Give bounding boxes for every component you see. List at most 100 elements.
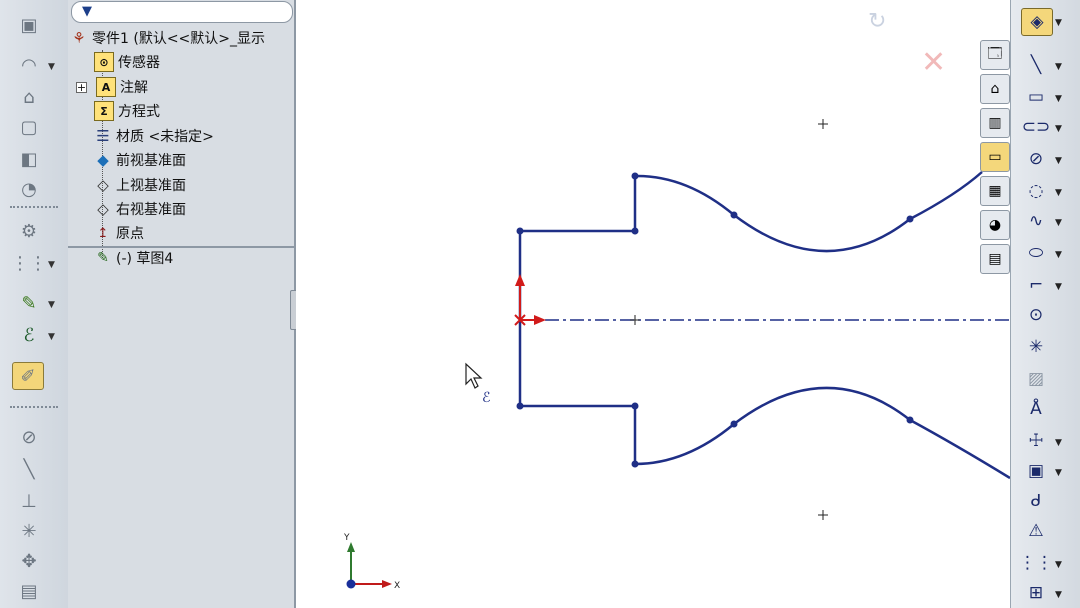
centerline-icon[interactable]: ▨ xyxy=(1021,366,1051,392)
circle-icon[interactable]: ⊘ xyxy=(1021,146,1051,172)
resources-icon[interactable]: 🗔 xyxy=(980,40,1010,70)
tree-item-label: 方程式 xyxy=(118,104,160,120)
draft-icon[interactable]: ◧ xyxy=(14,146,44,172)
tree-item-sketch4[interactable]: ✎ (-) 草图4 xyxy=(94,247,173,269)
sketch-toolbar: ◈ ▼ ╲ ▼ ▭ ▼ ⊂⊃ ▼ ⊘ ▼ ◌ ▼ ∿ ▼ ⬭ ▼ ⌐ ▼ ⊙ ✳… xyxy=(1010,0,1080,608)
sensor-icon: ⊙ xyxy=(94,52,114,72)
sketch-mode-icon[interactable]: ✐ xyxy=(12,362,44,390)
chevron-down-icon[interactable]: ▼ xyxy=(1055,62,1062,72)
chevron-down-icon[interactable]: ▼ xyxy=(1055,124,1062,134)
chevron-down-icon[interactable]: ▼ xyxy=(1055,188,1062,198)
chevron-down-icon[interactable]: ▼ xyxy=(1055,218,1062,228)
mirror-icon[interactable]: ⚠ xyxy=(1021,518,1051,544)
feature-manager-tree: ▼ ⚘ 零件1 (默认<<默认>_显示 ⊙ 传感器 + A 注解 Σ 方程式 ☰… xyxy=(68,0,302,608)
tree-filter-input[interactable]: ▼ xyxy=(71,1,293,23)
chevron-down-icon[interactable]: ▼ xyxy=(1055,282,1062,292)
ellipse-icon[interactable]: ⬭ xyxy=(1021,240,1051,266)
tree-item-origin[interactable]: ↥ 原点 xyxy=(94,222,144,244)
chevron-down-icon[interactable]: ▼ xyxy=(1055,560,1062,570)
curve-icon[interactable]: ℰ xyxy=(14,322,44,348)
chevron-down-icon[interactable]: ▼ xyxy=(1055,590,1062,600)
tree-item-annotations[interactable]: + A 注解 xyxy=(76,76,148,98)
tree-item-label: 注解 xyxy=(120,80,148,96)
tree-item-top-plane[interactable]: ◇ 上视基准面 xyxy=(94,174,186,196)
move-entities-icon[interactable]: ⊞ xyxy=(1021,580,1051,606)
pattern-icon[interactable]: ⋮⋮ xyxy=(11,250,47,276)
tree-item-label: 右视基准面 xyxy=(116,202,186,218)
slot-icon[interactable]: ⊂⊃ xyxy=(1021,114,1051,140)
text-icon[interactable]: Å xyxy=(1021,396,1051,422)
tree-root-label: 零件1 (默认<<默认>_显示 xyxy=(92,31,266,47)
chevron-down-icon[interactable]: ▼ xyxy=(1055,94,1062,104)
fillet-icon[interactable]: ◔ xyxy=(14,176,44,202)
tree-root-part[interactable]: ⚘ 零件1 (默认<<默认>_显示 xyxy=(70,27,265,49)
point-icon[interactable]: ✳ xyxy=(14,518,44,544)
mate-reference-icon[interactable]: ✥ xyxy=(14,548,44,574)
chevron-down-icon[interactable]: ▼ xyxy=(1055,18,1062,28)
chevron-down-icon[interactable]: ▼ xyxy=(1055,156,1062,166)
library-icon[interactable]: ▤ xyxy=(14,578,44,604)
tree-item-right-plane[interactable]: ◇ 右视基准面 xyxy=(94,198,186,220)
sketch-origin[interactable] xyxy=(514,274,546,326)
chevron-down-icon[interactable]: ▼ xyxy=(48,62,55,72)
rectangle-icon[interactable]: ▭ xyxy=(1021,84,1051,110)
chevron-down-icon[interactable]: ▼ xyxy=(1055,438,1062,448)
axis-y-label: Y xyxy=(343,533,350,543)
shell-icon[interactable]: ▢ xyxy=(14,114,44,140)
svg-text:ℰ: ℰ xyxy=(482,390,490,406)
home-icon[interactable]: ⌂ xyxy=(980,74,1010,104)
fillet-sketch-icon[interactable]: ⌐ xyxy=(1021,272,1051,298)
tree-item-label: (-) 草图4 xyxy=(116,251,174,267)
chevron-down-icon[interactable]: ▼ xyxy=(1055,250,1062,260)
design-library-icon[interactable]: ▥ xyxy=(980,108,1010,138)
convert-entities-icon[interactable]: ▣ xyxy=(1021,458,1051,484)
tree-item-material[interactable]: ☰ 材质 <未指定> xyxy=(94,125,214,147)
chevron-down-icon[interactable]: ▼ xyxy=(1055,468,1062,478)
tree-item-equations[interactable]: Σ 方程式 xyxy=(94,100,160,122)
spline-icon[interactable]: ∿ xyxy=(1021,208,1051,234)
part-icon: ⚘ xyxy=(72,29,86,47)
revolve-icon[interactable]: ◠ xyxy=(14,52,44,78)
confirmation-corner[interactable]: ↻ ✕ xyxy=(868,9,946,80)
file-explorer-icon[interactable]: ▭ xyxy=(980,142,1010,172)
chevron-down-icon[interactable]: ▼ xyxy=(48,332,55,342)
tree-item-sensors[interactable]: ⊙ 传感器 xyxy=(94,51,160,73)
sketch-profile-lower[interactable] xyxy=(518,320,1010,480)
trim-icon[interactable]: ☩ xyxy=(1021,428,1051,454)
smart-dimension-icon[interactable]: ✎ xyxy=(14,290,44,316)
arc-icon[interactable]: ◌ xyxy=(1021,178,1051,204)
expand-plus-icon[interactable]: + xyxy=(76,81,87,94)
extrude-icon[interactable]: ⌂ xyxy=(14,84,44,110)
polygon-icon[interactable]: ⊙ xyxy=(1021,302,1051,328)
equation-icon: Σ xyxy=(94,101,114,121)
reference-geometry-icon[interactable]: ⊘ xyxy=(14,424,44,450)
smart-dimension-icon[interactable]: ◈ xyxy=(1021,8,1053,36)
sketch-view-icon[interactable]: ▣ xyxy=(14,12,44,38)
custom-properties-icon[interactable]: ▤ xyxy=(980,244,1010,274)
tree-item-label: 上视基准面 xyxy=(116,178,186,194)
left-command-toolbar: ▣ ◠ ▼ ⌂ ▢ ◧ ◔ ⚙ ⋮⋮ ▼ ✎ ▼ ℰ ▼ ✐ ⊘ ╲ ⊥ ✳ ✥… xyxy=(0,0,69,608)
graphics-area[interactable]: ℰ Y X ↻ ✕ xyxy=(296,0,1010,608)
view-palette-icon[interactable]: ▦ xyxy=(980,176,1010,206)
sketch-drawing[interactable]: ℰ Y X ↻ ✕ xyxy=(296,0,1010,608)
linear-pattern-icon[interactable]: ⋮⋮ xyxy=(1019,550,1053,576)
toolbar-separator xyxy=(10,206,58,208)
material-icon: ☰ xyxy=(96,127,110,145)
tree-item-label: 前视基准面 xyxy=(116,153,186,169)
line-icon[interactable]: ╲ xyxy=(1021,52,1051,78)
sketch-profile-upper[interactable] xyxy=(518,171,983,320)
cancel-sketch-icon: ✕ xyxy=(921,45,946,80)
coordinate-system-icon[interactable]: ⊥ xyxy=(14,488,44,514)
axis-x-label: X xyxy=(394,581,400,591)
offset-entities-icon[interactable]: ᑯ xyxy=(1021,488,1051,514)
appearances-icon[interactable]: ◕ xyxy=(980,210,1010,240)
tree-item-front-plane[interactable]: ◆ 前视基准面 xyxy=(94,149,186,171)
tree-item-label: 传感器 xyxy=(118,55,160,71)
plane-icon: ◆ xyxy=(97,151,109,169)
chevron-down-icon[interactable]: ▼ xyxy=(48,300,55,310)
rib-icon[interactable]: ⚙ xyxy=(14,218,44,244)
point-icon[interactable]: ✳ xyxy=(1021,334,1051,360)
task-pane-tabs: 🗔 ⌂ ▥ ▭ ▦ ◕ ▤ xyxy=(980,40,1010,274)
chevron-down-icon[interactable]: ▼ xyxy=(48,260,55,270)
axis-icon[interactable]: ╲ xyxy=(14,456,44,482)
